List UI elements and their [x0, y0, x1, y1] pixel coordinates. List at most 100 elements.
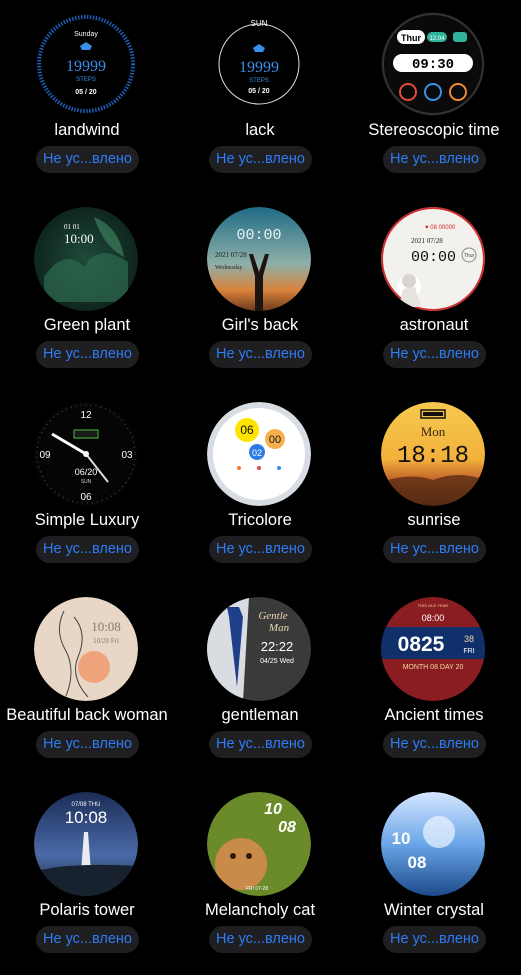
watch-face-card[interactable]: 01 01 10:00 Green plant Не ус...влено	[0, 195, 174, 390]
face-name: Winter crystal	[384, 901, 484, 919]
face-name: Ancient times	[384, 706, 484, 724]
face-name: Girl's back	[221, 316, 299, 334]
watch-face-preview[interactable]: 07/08 THU 10:08	[34, 792, 138, 896]
watch-face-preview[interactable]: SUN 19999 STEPS 05 / 20	[207, 12, 311, 116]
face-day: SUN	[251, 19, 268, 28]
face-day: SUN	[81, 479, 92, 485]
svg-text:♥ 08 00000: ♥ 08 00000	[425, 225, 456, 231]
watch-face-preview[interactable]: 12 03 06 09 06/20 SUN	[34, 402, 138, 506]
watch-face-preview[interactable]: Thur 12.04 09:30	[381, 12, 485, 116]
face-time: 22:22	[261, 639, 294, 654]
face-date: 10/28 Fri	[93, 637, 119, 645]
watch-face-preview[interactable]: ♥ 08 00000 2021 07/28 00:00 Thur	[381, 207, 485, 311]
face-time: 00:00	[236, 227, 281, 244]
face-date: 2021 07/28	[411, 237, 443, 245]
face-time: 09:30	[412, 57, 454, 73]
face-date: FRI 07-28	[246, 886, 268, 892]
watch-face-grid: Sunday 19999 STEPS 05 / 20 landwind Не у…	[0, 0, 521, 970]
face-minute: 08	[278, 819, 296, 836]
face-time: 18:18	[397, 443, 469, 470]
face-day: Thur	[401, 33, 421, 43]
watch-face-card[interactable]: 10:08 10/28 Fri Beautiful back woman Не …	[0, 585, 174, 780]
face-seconds: 38	[464, 634, 474, 644]
face-steps-unit: STEPS	[76, 77, 96, 83]
face-date: 06/20	[75, 467, 98, 477]
face-hour: 06	[240, 423, 254, 437]
install-status-button[interactable]: Не ус...влено	[383, 731, 486, 758]
face-hour: 10	[264, 801, 282, 818]
face-second: 02	[252, 448, 262, 458]
watch-face-card[interactable]: 07/08 THU 10:08 Polaris tower Не ус...вл…	[0, 780, 174, 975]
face-day: Wednesday	[215, 265, 243, 271]
face-day: FRI	[463, 648, 474, 655]
face-title-1: Gentle	[258, 610, 287, 622]
watch-face-preview[interactable]: THIS OLD YEAR 08:00 0825 38 FRI MONTH 08…	[381, 597, 485, 701]
watch-face-preview[interactable]: 01 01 10:00	[34, 207, 138, 311]
face-date: 05 / 20	[248, 88, 270, 95]
face-name: astronaut	[399, 316, 469, 334]
install-status-button[interactable]: Не ус...влено	[383, 536, 486, 563]
install-status-button[interactable]: Не ус...влено	[209, 731, 312, 758]
face-minute: 08	[408, 853, 427, 872]
face-name: gentleman	[221, 706, 299, 724]
face-title-2: Man	[268, 622, 290, 634]
install-status-button[interactable]: Не ус...влено	[383, 926, 486, 953]
face-minute: 00	[269, 434, 281, 446]
install-status-button[interactable]: Не ус...влено	[209, 536, 312, 563]
watch-face-preview[interactable]: 10 08 FRI 07-28	[207, 792, 311, 896]
watch-face-card[interactable]: THIS OLD YEAR 08:00 0825 38 FRI MONTH 08…	[347, 585, 521, 780]
face-time: 0825	[398, 633, 445, 656]
face-name: Polaris tower	[39, 901, 135, 919]
watch-face-card[interactable]: 00:00 2021 07/28 Wednesday Girl's back Н…	[173, 195, 347, 390]
face-name: Beautiful back woman	[6, 706, 168, 724]
watch-face-preview[interactable]: 10:08 10/28 Fri	[34, 597, 138, 701]
face-steps-unit: STEPS	[249, 78, 269, 84]
install-status-button[interactable]: Не ус...влено	[36, 341, 139, 368]
face-day: Sunday	[74, 31, 98, 38]
watch-face-card[interactable]: 10 08 Winter crystal Не ус...влено	[347, 780, 521, 975]
face-date: 2021 07/28	[215, 251, 247, 259]
install-status-button[interactable]: Не ус...влено	[36, 926, 139, 953]
watch-face-card[interactable]: Thur 12.04 09:30 Stereoscopic time Не ус…	[347, 0, 521, 195]
watch-face-card[interactable]: Sunday 19999 STEPS 05 / 20 landwind Не у…	[0, 0, 174, 195]
install-status-button[interactable]: Не ус...влено	[383, 341, 486, 368]
face-month-day: MONTH 08 DAY 20	[403, 664, 464, 671]
face-day: Mon	[421, 424, 446, 439]
watch-face-card[interactable]: Mon 18:18 sunrise Не ус...влено	[347, 390, 521, 585]
face-date: 12.04	[429, 36, 445, 42]
watch-face-card[interactable]: 12 03 06 09 06/20 SUN Simple Luxury Не у…	[0, 390, 174, 585]
face-name: Green plant	[43, 316, 131, 334]
watch-face-card[interactable]: 10 08 FRI 07-28 Melancholy cat Не ус...в…	[173, 780, 347, 975]
watch-face-preview[interactable]: 10 08	[381, 792, 485, 896]
watch-face-preview[interactable]: 06 00 02	[207, 402, 311, 506]
face-name: Melancholy cat	[204, 901, 316, 919]
face-num-9: 09	[39, 450, 51, 461]
install-status-button[interactable]: Не ус...влено	[36, 146, 139, 173]
watch-face-card[interactable]: Gentle Man 22:22 04/25 Wed gentleman Не …	[173, 585, 347, 780]
install-status-button[interactable]: Не ус...влено	[36, 536, 139, 563]
install-status-button[interactable]: Не ус...влено	[209, 341, 312, 368]
face-num-6: 06	[80, 492, 92, 503]
watch-face-preview[interactable]: Sunday 19999 STEPS 05 / 20	[34, 12, 138, 116]
face-name: lack	[245, 121, 275, 139]
watch-face-preview[interactable]: Gentle Man 22:22 04/25 Wed	[207, 597, 311, 701]
install-status-button[interactable]: Не ус...влено	[36, 731, 139, 758]
face-alarm: 08:00	[422, 613, 445, 623]
watch-face-preview[interactable]: Mon 18:18	[381, 402, 485, 506]
face-time: 10:08	[91, 619, 121, 634]
face-date: 05 / 20	[75, 89, 97, 96]
face-num-12: 12	[80, 410, 92, 421]
install-status-button[interactable]: Не ус...влено	[209, 146, 312, 173]
install-status-button[interactable]: Не ус...влено	[209, 926, 312, 953]
face-steps: 19999	[66, 58, 106, 75]
face-top-label: THIS OLD YEAR	[418, 603, 448, 608]
watch-face-card[interactable]: 06 00 02 Tricolore Не ус...влено	[173, 390, 347, 585]
watch-face-card[interactable]: SUN 19999 STEPS 05 / 20 lack Не ус...вле…	[173, 0, 347, 195]
watch-face-preview[interactable]: 00:00 2021 07/28 Wednesday	[207, 207, 311, 311]
face-num-3: 03	[121, 450, 133, 461]
watch-face-card[interactable]: ♥ 08 00000 2021 07/28 00:00 Thur astrona…	[347, 195, 521, 390]
face-date: 04/25 Wed	[260, 658, 294, 665]
face-name: Simple Luxury	[34, 511, 140, 529]
face-time: 00:00	[411, 249, 456, 266]
install-status-button[interactable]: Не ус...влено	[383, 146, 486, 173]
